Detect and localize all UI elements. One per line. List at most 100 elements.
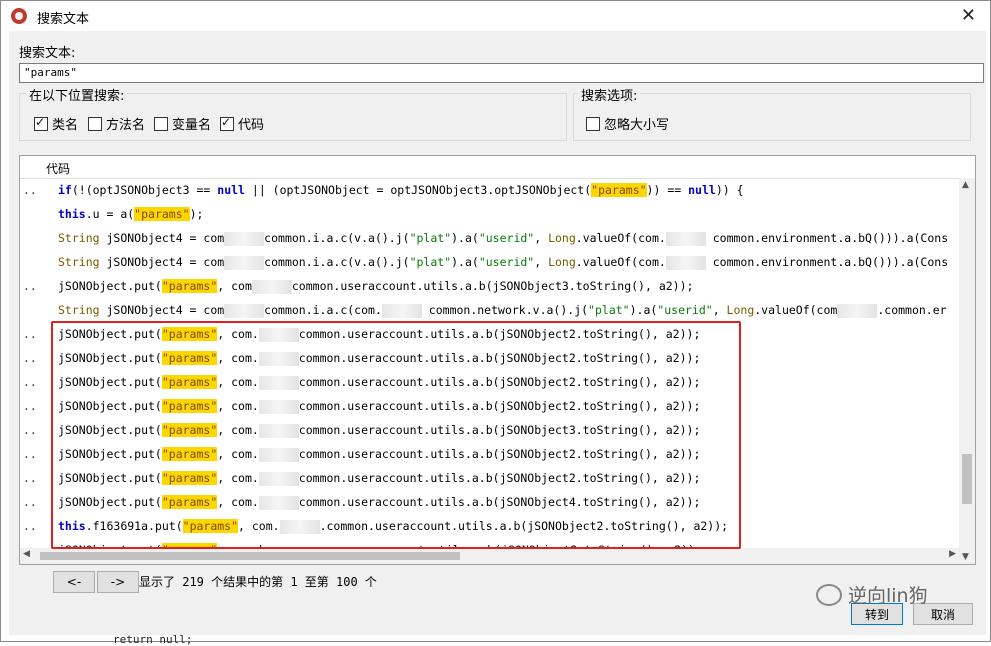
- checkbox-unchecked-icon[interactable]: [154, 116, 168, 131]
- code-token: ).a(: [451, 231, 479, 245]
- checkbox-checked-icon[interactable]: [34, 115, 48, 131]
- highlight-annotation-box: [51, 321, 741, 549]
- code-token: "userid": [478, 255, 535, 269]
- redacted-segment: [251, 279, 292, 294]
- window-title: 搜索文本: [37, 12, 90, 27]
- code-token: common.i.a.c(com.: [264, 303, 382, 317]
- code-token: common.environment.a.bQ())).a(Cons: [705, 231, 949, 245]
- row-marker: ..: [23, 375, 37, 389]
- code-token: ).a(: [451, 255, 479, 269]
- code-token: .valueOf(com: [754, 303, 838, 317]
- horizontal-scrollbar[interactable]: ◀ ▶: [20, 548, 959, 564]
- redacted-segment: [665, 231, 706, 246]
- checkbox-label: 变量名: [172, 118, 212, 133]
- checkbox-code[interactable]: 代码: [220, 114, 264, 133]
- result-row[interactable]: this.u = a("params");: [20, 202, 958, 226]
- wechat-logo-icon: [816, 583, 842, 606]
- next-page-button[interactable]: ->: [97, 571, 139, 593]
- code-token: || (optJSONObject = optJSONObject3.optJS…: [244, 183, 592, 197]
- code-token: .u = a(: [85, 207, 135, 221]
- match-highlight: "params": [161, 279, 218, 293]
- code-token: Long: [726, 303, 755, 317]
- code-token: jSONObject4 = com: [99, 255, 225, 269]
- redacted-segment: [224, 255, 265, 270]
- code-token: ,: [534, 231, 549, 245]
- search-input[interactable]: "params": [19, 63, 984, 83]
- code-token: ,: [534, 255, 549, 269]
- code-token: .valueOf(com.: [575, 255, 666, 269]
- prev-page-button[interactable]: <-: [53, 571, 95, 593]
- search-location-group: 在以下位置搜索: 类名 方法名 变量名 代码: [19, 85, 567, 141]
- code-line: this.u = a("params");: [58, 202, 203, 226]
- code-token: .valueOf(com.: [575, 231, 666, 245]
- code-token: .common.er: [877, 303, 947, 317]
- checkbox-class-name[interactable]: 类名: [34, 114, 78, 133]
- search-options-group: 搜索选项: 忽略大小写: [573, 85, 971, 141]
- close-button[interactable]: ✕: [961, 5, 976, 26]
- code-token: jSONObject.put(: [58, 279, 162, 293]
- redacted-segment: [837, 303, 878, 318]
- result-row[interactable]: String jSONObject4 = com common.i.a.c(com…: [20, 298, 958, 322]
- result-row[interactable]: .. jSONObject.put("params", com common.use…: [20, 274, 958, 298]
- row-marker: ..: [23, 399, 37, 413]
- redacted-segment: [224, 303, 265, 318]
- code-token: );: [189, 207, 204, 221]
- code-token: common.network.v.a().j(: [421, 303, 589, 317]
- code-token: ,: [712, 303, 727, 317]
- code-token: )) {: [715, 183, 744, 197]
- checkbox-label: 忽略大小写: [604, 118, 670, 133]
- code-token: "plat": [409, 255, 452, 269]
- search-text-dialog: 搜索文本 ✕ 搜索文本: "params" 在以下位置搜索: 类名 方法名 变量…: [0, 0, 991, 646]
- code-token: "plat": [409, 231, 452, 245]
- code-token: String: [58, 231, 100, 245]
- app-logo-icon: [11, 8, 27, 24]
- scroll-up-icon[interactable]: ▲: [962, 180, 969, 190]
- checkbox-unchecked-icon[interactable]: [586, 116, 600, 131]
- code-token: "plat": [588, 303, 630, 317]
- code-token: Long: [548, 255, 576, 269]
- code-line: jSONObject.put("params", com common.usera…: [58, 274, 693, 298]
- scroll-down-icon[interactable]: ▼: [962, 552, 969, 562]
- checkbox-label: 方法名: [106, 118, 146, 133]
- code-token: common.useraccount.utils.a.b(jSONObject3…: [291, 279, 694, 293]
- code-line: String jSONObject4 = com common.i.a.c(v.a…: [58, 226, 948, 250]
- checkbox-variable-name[interactable]: 变量名: [154, 114, 211, 133]
- checkbox-label: 类名: [52, 118, 79, 133]
- code-token: (!(optJSONObject3 ==: [71, 183, 218, 197]
- match-highlight: "params": [591, 183, 647, 197]
- code-token: ).a(: [629, 303, 658, 317]
- horizontal-scroll-thumb[interactable]: [40, 552, 460, 560]
- code-line: if(!(optJSONObject3 == null || (optJSONO…: [58, 178, 744, 202]
- search-options-title: 搜索选项:: [578, 85, 641, 104]
- result-row[interactable]: String jSONObject4 = com common.i.a.c(v.a…: [20, 226, 958, 250]
- result-row[interactable]: .. if(!(optJSONObject3 == null || (optJSO…: [20, 178, 958, 202]
- redacted-segment: [665, 255, 706, 270]
- scroll-right-icon[interactable]: ▶: [949, 549, 956, 559]
- checkbox-method-name[interactable]: 方法名: [88, 114, 145, 133]
- search-location-title: 在以下位置搜索:: [26, 85, 128, 104]
- watermark: 逆向lin狗: [816, 581, 928, 608]
- vertical-scrollbar[interactable]: ▲ ▼: [959, 178, 975, 564]
- checkbox-unchecked-icon[interactable]: [88, 116, 102, 131]
- results-column-header: 代码: [20, 156, 975, 179]
- watermark-text: 逆向lin狗: [848, 585, 928, 607]
- redacted-segment: [224, 231, 265, 246]
- code-line: String jSONObject4 = com common.i.a.c(com…: [58, 298, 947, 322]
- result-row[interactable]: String jSONObject4 = com common.i.a.c(v.a…: [20, 250, 958, 274]
- title-bar: 搜索文本 ✕: [1, 1, 990, 31]
- search-label: 搜索文本:: [19, 46, 76, 61]
- code-token: common.i.a.c(v.a().j(: [264, 231, 410, 245]
- code-token: null: [688, 183, 716, 197]
- row-marker: ..: [23, 447, 37, 461]
- background-code-line: return null;: [113, 633, 193, 646]
- scroll-left-icon[interactable]: ◀: [23, 549, 30, 559]
- vertical-scroll-thumb[interactable]: [962, 454, 972, 504]
- checkbox-ignore-case[interactable]: 忽略大小写: [586, 114, 669, 133]
- code-token: ==: [660, 183, 689, 197]
- code-token: Long: [548, 231, 576, 245]
- code-token: common.environment.a.bQ())).a(Cons: [705, 255, 949, 269]
- redacted-segment: [381, 303, 422, 318]
- checkbox-checked-icon[interactable]: [220, 115, 234, 131]
- code-token: )): [646, 183, 661, 197]
- code-line: String jSONObject4 = com common.i.a.c(v.a…: [58, 250, 948, 274]
